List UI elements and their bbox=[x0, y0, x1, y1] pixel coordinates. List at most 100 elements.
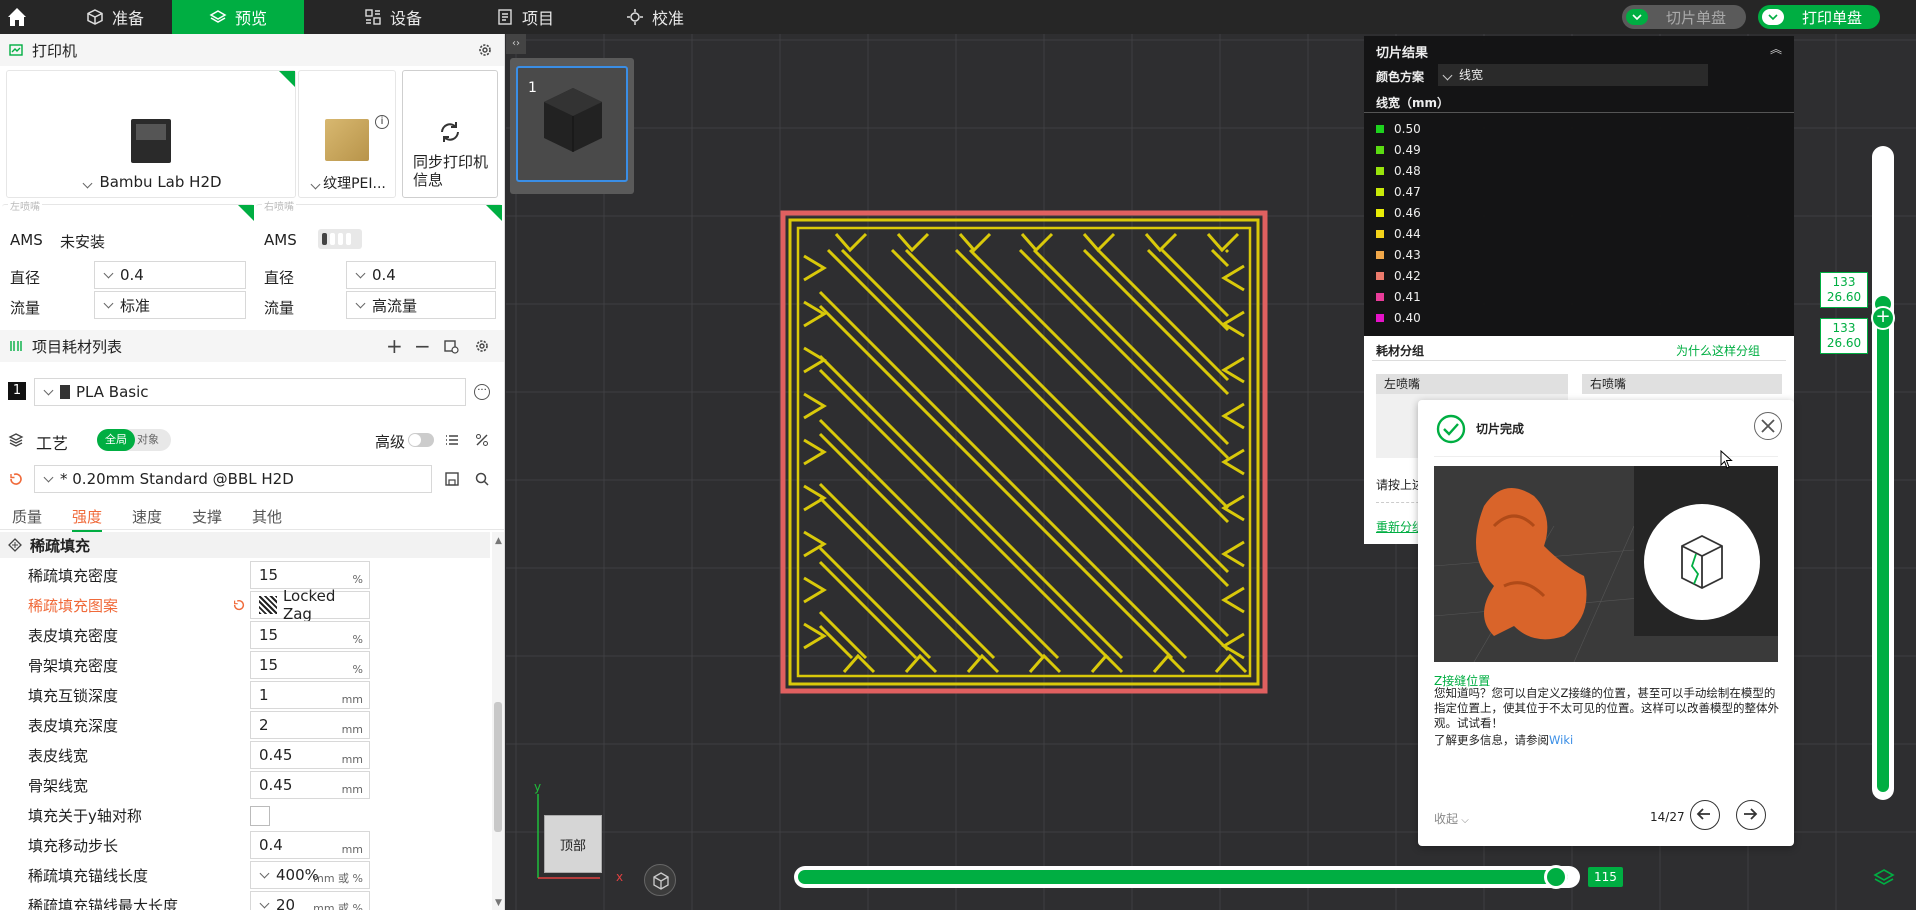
filament-color-icon bbox=[60, 385, 70, 399]
slice-plate-button[interactable]: 切片单盘 bbox=[1622, 5, 1746, 29]
process-preset-select[interactable]: * 0.20mm Standard @BBL H2D bbox=[34, 465, 432, 493]
tip-image bbox=[1434, 466, 1778, 662]
filament-title: 项目耗材列表 bbox=[32, 337, 123, 356]
lower-layer-label: 133 26.60 bbox=[1820, 318, 1868, 354]
plate-card[interactable]: i 纹理PEI... bbox=[298, 70, 396, 198]
legend-item: 0.46 bbox=[1376, 202, 1421, 223]
tab-prepare[interactable]: 准备 bbox=[60, 0, 170, 34]
param-value: 20 bbox=[276, 896, 296, 910]
param-input[interactable]: 0.45 mm bbox=[250, 771, 370, 799]
chevron-down-icon[interactable] bbox=[1762, 9, 1784, 25]
param-input[interactable]: 15% bbox=[250, 561, 370, 589]
filament-manage-icon[interactable] bbox=[443, 338, 459, 354]
global-object-toggle[interactable]: 全局 对象 bbox=[97, 429, 171, 451]
reset-icon[interactable] bbox=[8, 471, 24, 487]
left-diameter-select[interactable]: 0.4 bbox=[94, 261, 246, 289]
tab-support[interactable]: 支撑 bbox=[192, 506, 222, 527]
gear-icon[interactable] bbox=[474, 338, 490, 354]
param-input[interactable]: 1 mm bbox=[250, 681, 370, 709]
param-row: 填充移动步长 0.4 mm bbox=[0, 830, 490, 860]
plate-thumbnail[interactable]: 1 bbox=[510, 58, 634, 194]
arrow-right-icon bbox=[1744, 808, 1758, 820]
remove-icon[interactable]: − bbox=[414, 334, 431, 358]
process-icon bbox=[8, 433, 24, 447]
tab-strength[interactable]: 强度 bbox=[72, 506, 103, 532]
printer-name[interactable]: Bambu Lab H2D bbox=[7, 173, 297, 191]
calibrate-icon bbox=[626, 9, 643, 25]
home-icon[interactable] bbox=[6, 6, 28, 28]
info-icon[interactable]: i bbox=[375, 115, 389, 129]
legend-swatch bbox=[1376, 187, 1384, 196]
param-input[interactable]: 0.45 mm bbox=[250, 741, 370, 769]
more-icon[interactable]: ··· bbox=[474, 384, 490, 400]
legend-item: 0.48 bbox=[1376, 160, 1421, 181]
legend-item: 0.43 bbox=[1376, 244, 1421, 265]
tab-calibrate[interactable]: 校准 bbox=[600, 0, 710, 34]
scrollbar[interactable]: ▲ ▼ bbox=[492, 532, 504, 910]
param-input[interactable]: Locked Zag bbox=[250, 587, 370, 623]
view-settings-icon[interactable] bbox=[644, 864, 676, 896]
progress-value: 115 bbox=[1588, 867, 1623, 887]
param-value: 15 bbox=[259, 626, 279, 644]
wiki-link[interactable]: Wiki bbox=[1549, 733, 1573, 747]
color-scheme-select[interactable]: 线宽 bbox=[1438, 64, 1708, 86]
printer-card[interactable]: Bambu Lab H2D bbox=[6, 70, 296, 198]
print-plate-button[interactable]: 打印单盘 bbox=[1758, 5, 1880, 29]
param-unit: mm bbox=[341, 783, 363, 796]
view-cube[interactable]: y 顶部 bbox=[530, 780, 610, 880]
param-label: 填充关于y轴对称 bbox=[28, 807, 142, 825]
tab-project[interactable]: 项目 bbox=[470, 0, 580, 34]
save-icon[interactable] bbox=[444, 471, 460, 487]
list-icon[interactable] bbox=[444, 432, 460, 448]
tab-speed[interactable]: 速度 bbox=[132, 506, 162, 527]
right-diameter-select[interactable]: 0.4 bbox=[346, 261, 496, 289]
object-toggle[interactable]: 对象 bbox=[137, 429, 159, 451]
layers-toggle-icon[interactable] bbox=[1872, 866, 1896, 890]
legend-swatch bbox=[1376, 124, 1384, 133]
why-group-link[interactable]: 为什么这样分组 bbox=[1676, 342, 1760, 359]
collapse-button[interactable]: 收起 ⌵ bbox=[1434, 810, 1469, 827]
layer-vertical-slider[interactable]: + bbox=[1871, 146, 1895, 800]
filament-select[interactable]: PLA Basic bbox=[34, 378, 466, 406]
scrollbar-thumb[interactable] bbox=[494, 702, 502, 832]
param-input[interactable]: 0.4 mm bbox=[250, 831, 370, 859]
param-input[interactable]: 2 mm bbox=[250, 711, 370, 739]
layer-progress-slider[interactable] bbox=[794, 865, 1580, 889]
prev-button[interactable] bbox=[1690, 800, 1720, 830]
right-flow-select[interactable]: 高流量 bbox=[346, 291, 496, 319]
param-checkbox[interactable] bbox=[250, 806, 270, 826]
left-flow-select[interactable]: 标准 bbox=[94, 291, 246, 319]
reset-icon[interactable] bbox=[232, 598, 246, 612]
filament-group-title: 耗材分组 bbox=[1376, 344, 1425, 358]
tab-preview[interactable]: 预览 bbox=[172, 0, 304, 34]
percent-icon[interactable] bbox=[474, 432, 490, 448]
next-button[interactable] bbox=[1736, 800, 1766, 830]
advanced-switch[interactable] bbox=[408, 433, 434, 447]
param-input[interactable]: 15% bbox=[250, 621, 370, 649]
collapse-sidebar-icon[interactable]: ‹› bbox=[506, 34, 526, 54]
layers-icon bbox=[209, 10, 227, 23]
param-input[interactable]: 400% mm 或 % bbox=[250, 861, 370, 889]
param-input[interactable]: 15% bbox=[250, 651, 370, 679]
filament-row[interactable]: 1 PLA Basic ··· bbox=[0, 370, 504, 410]
collapse-panel-icon[interactable]: ︽ bbox=[1770, 40, 1782, 57]
legend-item: 0.42 bbox=[1376, 265, 1421, 286]
preset-row: * 0.20mm Standard @BBL H2D bbox=[0, 462, 504, 496]
search-icon[interactable] bbox=[474, 471, 490, 487]
sync-printer-button[interactable]: 同步打印机信息 bbox=[402, 70, 498, 198]
lower-layer-thumb[interactable]: + bbox=[1871, 306, 1895, 330]
param-input[interactable]: 20 mm 或 % bbox=[250, 891, 370, 910]
add-icon[interactable]: + bbox=[386, 334, 403, 358]
left-nozzle-group: 左喷嘴 bbox=[1376, 374, 1568, 394]
tab-others[interactable]: 其他 bbox=[252, 506, 282, 527]
global-toggle[interactable]: 全局 bbox=[97, 429, 135, 451]
tab-device[interactable]: 设备 bbox=[338, 0, 448, 34]
close-button[interactable] bbox=[1754, 412, 1782, 440]
chevron-down-icon[interactable] bbox=[1626, 9, 1648, 25]
view-top-face[interactable]: 顶部 bbox=[544, 815, 602, 873]
regroup-link[interactable]: 重新分组 bbox=[1376, 518, 1424, 535]
param-unit: mm bbox=[341, 723, 363, 736]
gear-icon[interactable] bbox=[477, 42, 493, 58]
progress-thumb[interactable] bbox=[1544, 865, 1569, 889]
tab-quality[interactable]: 质量 bbox=[12, 506, 42, 527]
